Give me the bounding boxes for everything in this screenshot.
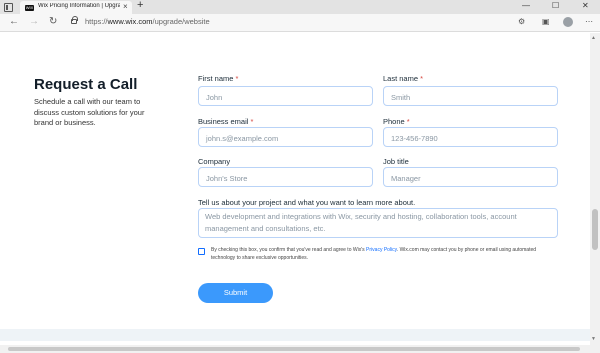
url-scheme: https:// xyxy=(85,17,108,26)
wix-favicon-icon: WIX xyxy=(25,5,34,11)
horizontal-scroll-thumb[interactable] xyxy=(8,347,580,351)
required-marker: * xyxy=(250,117,254,126)
browser-toolbar: ← → ↻ https://www.wix.com/upgrade/websit… xyxy=(0,14,600,32)
consent-text-before: By checking this box, you confirm that y… xyxy=(211,247,367,253)
last-name-field[interactable]: Smith xyxy=(383,86,558,106)
required-marker: * xyxy=(406,117,410,126)
business-email-label-text: Business email xyxy=(198,117,249,126)
maximize-button[interactable]: ☐ xyxy=(552,1,559,10)
address-bar[interactable]: https://www.wix.com/upgrade/website xyxy=(85,17,210,26)
last-name-label-text: Last name xyxy=(383,74,419,83)
page-content: Request a Call Schedule a call with our … xyxy=(0,33,600,353)
phone-label: Phone * xyxy=(383,117,410,126)
tracking-prevention-icon[interactable]: ⚙ xyxy=(518,17,525,26)
page-title: Request a Call xyxy=(34,76,138,93)
footer-band xyxy=(0,329,590,341)
more-menu-icon[interactable]: ⋯ xyxy=(585,17,593,26)
url-host: www.wix.com xyxy=(107,17,153,26)
tab-title: Wix Pricing Information | Upgrade... xyxy=(38,3,120,9)
scroll-down-icon[interactable]: ▼ xyxy=(591,336,596,342)
vertical-scroll-thumb[interactable] xyxy=(592,209,598,250)
tab-wix-pricing[interactable]: WIX Wix Pricing Information | Upgrade...… xyxy=(20,1,132,14)
forward-arrow-icon[interactable]: → xyxy=(29,16,39,27)
new-tab-button[interactable]: + xyxy=(137,0,143,11)
phone-label-text: Phone xyxy=(383,117,405,126)
business-email-field[interactable]: john.s@example.com xyxy=(198,127,373,147)
refresh-icon[interactable]: ↻ xyxy=(49,16,57,27)
required-marker: * xyxy=(235,74,239,83)
submit-button[interactable]: Submit xyxy=(198,283,273,303)
form-description: Schedule a call with our team to discuss… xyxy=(34,97,145,127)
first-name-label-text: First name xyxy=(198,74,234,83)
job-title-label: Job title xyxy=(383,157,409,166)
minimize-button[interactable]: — xyxy=(522,1,530,10)
job-title-field[interactable]: Manager xyxy=(383,167,558,187)
close-window-button[interactable]: ✕ xyxy=(582,1,589,10)
company-label: Company xyxy=(198,157,231,166)
tab-close-icon[interactable]: × xyxy=(123,2,128,11)
company-field[interactable]: John's Store xyxy=(198,167,373,187)
business-email-label: Business email * xyxy=(198,117,253,126)
consent-text: By checking this box, you confirm that y… xyxy=(211,247,561,262)
scroll-up-icon[interactable]: ▲ xyxy=(591,35,596,41)
tab-actions-icon[interactable] xyxy=(4,3,13,12)
first-name-label: First name * xyxy=(198,74,238,83)
url-path: /upgrade/website xyxy=(152,17,210,26)
back-arrow-icon[interactable]: ← xyxy=(9,16,19,27)
consent-checkbox[interactable] xyxy=(198,248,205,255)
privacy-policy-link[interactable]: Privacy Policy xyxy=(366,247,397,253)
collections-icon[interactable]: ▣ xyxy=(542,17,550,26)
lock-icon[interactable] xyxy=(71,16,78,24)
required-marker: * xyxy=(420,74,424,83)
profile-avatar[interactable] xyxy=(563,17,573,27)
phone-field[interactable]: 123-456-7890 xyxy=(383,127,558,147)
tab-strip: WIX Wix Pricing Information | Upgrade...… xyxy=(0,0,600,14)
project-label: Tell us about your project and what you … xyxy=(198,198,416,207)
vertical-scrollbar[interactable] xyxy=(590,33,600,353)
first-name-field[interactable]: John xyxy=(198,86,373,106)
project-textarea[interactable]: Web development and integrations with Wi… xyxy=(198,208,558,238)
last-name-label: Last name * xyxy=(383,74,423,83)
